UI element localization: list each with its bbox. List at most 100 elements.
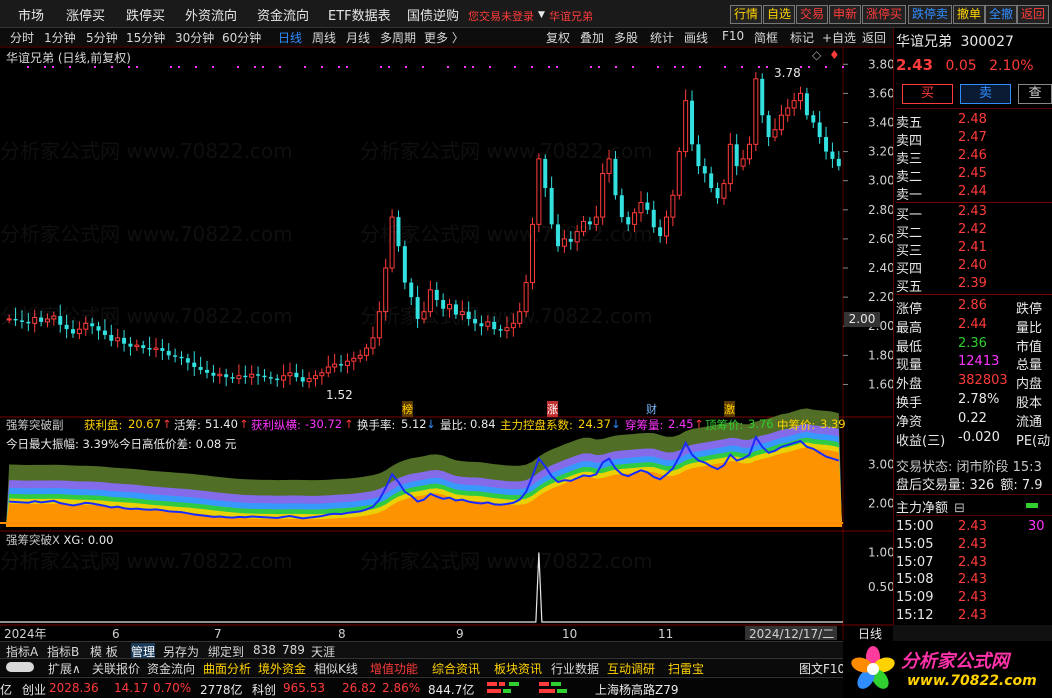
toggle-switch[interactable] bbox=[6, 662, 34, 672]
buy-button[interactable]: 买 bbox=[902, 84, 953, 104]
period-monthly[interactable]: 月线 bbox=[346, 29, 370, 46]
tab-sector-news[interactable]: 板块资讯 bbox=[494, 660, 542, 677]
marker-rank[interactable]: 榜 bbox=[402, 401, 413, 417]
stock-code: 300027 bbox=[960, 34, 1014, 50]
watermark: 分析家公式网 www.70822.com bbox=[0, 304, 293, 328]
tab-offshore-funds[interactable]: 境外资金 bbox=[258, 660, 306, 677]
menu-limit-down-buy[interactable]: 跌停买 bbox=[126, 5, 165, 24]
period-5min[interactable]: 5分钟 bbox=[86, 29, 118, 46]
period-60min[interactable]: 60分钟 bbox=[222, 29, 261, 46]
period-multi[interactable]: 多周期 bbox=[380, 29, 416, 46]
candle-body bbox=[715, 187, 720, 199]
period-daily[interactable]: 日线 bbox=[278, 29, 302, 46]
candle-body bbox=[249, 373, 255, 378]
tool-adjust[interactable]: 复权 bbox=[546, 29, 570, 46]
chevron-down-icon[interactable]: ▼ bbox=[538, 10, 545, 20]
tool-back[interactable]: 返回 bbox=[862, 29, 886, 46]
period-timeshare[interactable]: 分时 bbox=[10, 29, 34, 46]
period-1min[interactable]: 1分钟 bbox=[44, 29, 76, 46]
menu-capital-flow[interactable]: 资金流向 bbox=[257, 5, 309, 24]
f10-button[interactable]: 图文F10 bbox=[799, 660, 845, 677]
bid-row: 买一 2.43 bbox=[896, 204, 987, 223]
kc-change: 26.82 bbox=[342, 681, 377, 695]
tool-mark[interactable]: 标记 bbox=[790, 29, 814, 46]
signal-dot bbox=[758, 66, 760, 68]
tool-stats[interactable]: 统计 bbox=[650, 29, 674, 46]
tab-capital-flow[interactable]: 资金流向 bbox=[147, 660, 195, 677]
candle-body bbox=[243, 375, 248, 378]
bid-row: 买四 2.40 bbox=[896, 258, 987, 277]
btn-back-top[interactable]: 返回 bbox=[1017, 5, 1050, 24]
tool-overlay[interactable]: 叠加 bbox=[580, 29, 604, 46]
period-weekly[interactable]: 周线 bbox=[312, 29, 336, 46]
btn-ipo[interactable]: 申新 bbox=[829, 5, 862, 24]
candle-body bbox=[147, 348, 152, 350]
query-button[interactable]: 查 bbox=[1018, 84, 1052, 104]
menu-foreign-flow[interactable]: 外资流向 bbox=[185, 5, 237, 24]
tab-838[interactable]: 838 bbox=[253, 643, 276, 657]
tab-surface-analysis[interactable]: 曲面分析 bbox=[203, 660, 251, 677]
sub-tick-label: 2.00 bbox=[868, 497, 893, 511]
menu-etf-table[interactable]: ETF数据表 bbox=[328, 5, 391, 24]
marker-rise[interactable]: 涨 bbox=[547, 401, 558, 417]
tab-interactive[interactable]: 互动调研 bbox=[607, 660, 655, 677]
candle-body bbox=[300, 377, 305, 382]
period-15min[interactable]: 15分钟 bbox=[126, 29, 165, 46]
status-left: 亿 bbox=[0, 683, 13, 697]
signal-tick-label: 0.50 bbox=[868, 580, 893, 594]
metric-value: 2.45 bbox=[668, 417, 694, 431]
news-ticker[interactable]: 上海杨高路Z79 bbox=[595, 681, 679, 698]
marker-finance[interactable]: 财 bbox=[646, 401, 657, 417]
sell-button[interactable]: 卖 bbox=[960, 84, 1011, 104]
expand-icon[interactable]: ⊟ bbox=[954, 501, 965, 516]
tool-simple-frame[interactable]: 简框 bbox=[754, 29, 778, 46]
login-notice[interactable]: 您交易未登录 bbox=[468, 8, 534, 24]
price-pct: 2.10% bbox=[989, 58, 1034, 74]
candle-body bbox=[287, 372, 293, 377]
metric-value: 51.40 bbox=[205, 417, 238, 431]
btn-watchlist[interactable]: 自选 bbox=[763, 5, 796, 24]
tab-value-added[interactable]: 增值功能 bbox=[370, 660, 418, 677]
signal-dot bbox=[556, 66, 558, 68]
btn-cancel-all[interactable]: 全撤 bbox=[985, 5, 1018, 24]
day-tab[interactable]: 日线 bbox=[858, 625, 882, 642]
candle-body bbox=[115, 337, 121, 342]
period-more[interactable]: 更多 〉 bbox=[424, 29, 464, 46]
btn-quote[interactable]: 行情 bbox=[730, 5, 763, 24]
signal-dot bbox=[724, 66, 726, 68]
menu-bond-repo[interactable]: 国债逆购 bbox=[407, 5, 459, 24]
up-arrow-icon: ↑ bbox=[344, 417, 354, 431]
tab-related-quote[interactable]: 关联报价 bbox=[92, 660, 140, 677]
tab-minesweeper[interactable]: 扫雷宝 bbox=[668, 660, 704, 677]
btn-limit-down-sell[interactable]: 跌停卖 bbox=[908, 5, 953, 24]
tab-industry-data[interactable]: 行业数据 bbox=[551, 660, 599, 677]
ask-row: 卖四 2.47 bbox=[896, 130, 987, 149]
tab-similar-kline[interactable]: 相似K线 bbox=[314, 660, 358, 677]
marker-excite[interactable]: 激 bbox=[724, 401, 735, 417]
signal-dot bbox=[464, 66, 466, 68]
tool-multi-stock[interactable]: 多股 bbox=[614, 29, 638, 46]
menu-market[interactable]: 市场 bbox=[18, 5, 44, 24]
tool-add-watch[interactable]: +自选 bbox=[822, 29, 856, 46]
btn-trade[interactable]: 交易 bbox=[796, 5, 829, 24]
tab-news[interactable]: 综合资讯 bbox=[432, 660, 480, 677]
diamond-icon[interactable]: ◇ bbox=[812, 48, 821, 62]
kc-pct: 2.86% bbox=[382, 681, 421, 695]
btn-limit-up-buy[interactable]: 涨停买 bbox=[862, 5, 907, 24]
stat-row: 净资 0.22 流通 bbox=[896, 410, 1043, 430]
breadth-bars bbox=[487, 682, 567, 693]
date-label: 9 bbox=[456, 627, 464, 640]
btn-cancel-order[interactable]: 撤单 bbox=[953, 5, 986, 24]
signal-name[interactable]: 强筹突破X bbox=[6, 533, 60, 547]
tool-f10[interactable]: F10 bbox=[722, 29, 744, 43]
indicator-name[interactable]: 强筹突破副 bbox=[6, 417, 64, 433]
tab-789[interactable]: 789 bbox=[282, 643, 305, 657]
signal-dot bbox=[590, 66, 592, 68]
date-label: 6 bbox=[112, 627, 120, 640]
candle-body bbox=[192, 362, 197, 367]
tool-draw[interactable]: 画线 bbox=[684, 29, 708, 46]
candle-body bbox=[498, 329, 503, 331]
period-30min[interactable]: 30分钟 bbox=[175, 29, 214, 46]
menu-limit-up-buy[interactable]: 涨停买 bbox=[66, 5, 105, 24]
tab-expand[interactable]: 扩展∧ bbox=[48, 660, 81, 677]
